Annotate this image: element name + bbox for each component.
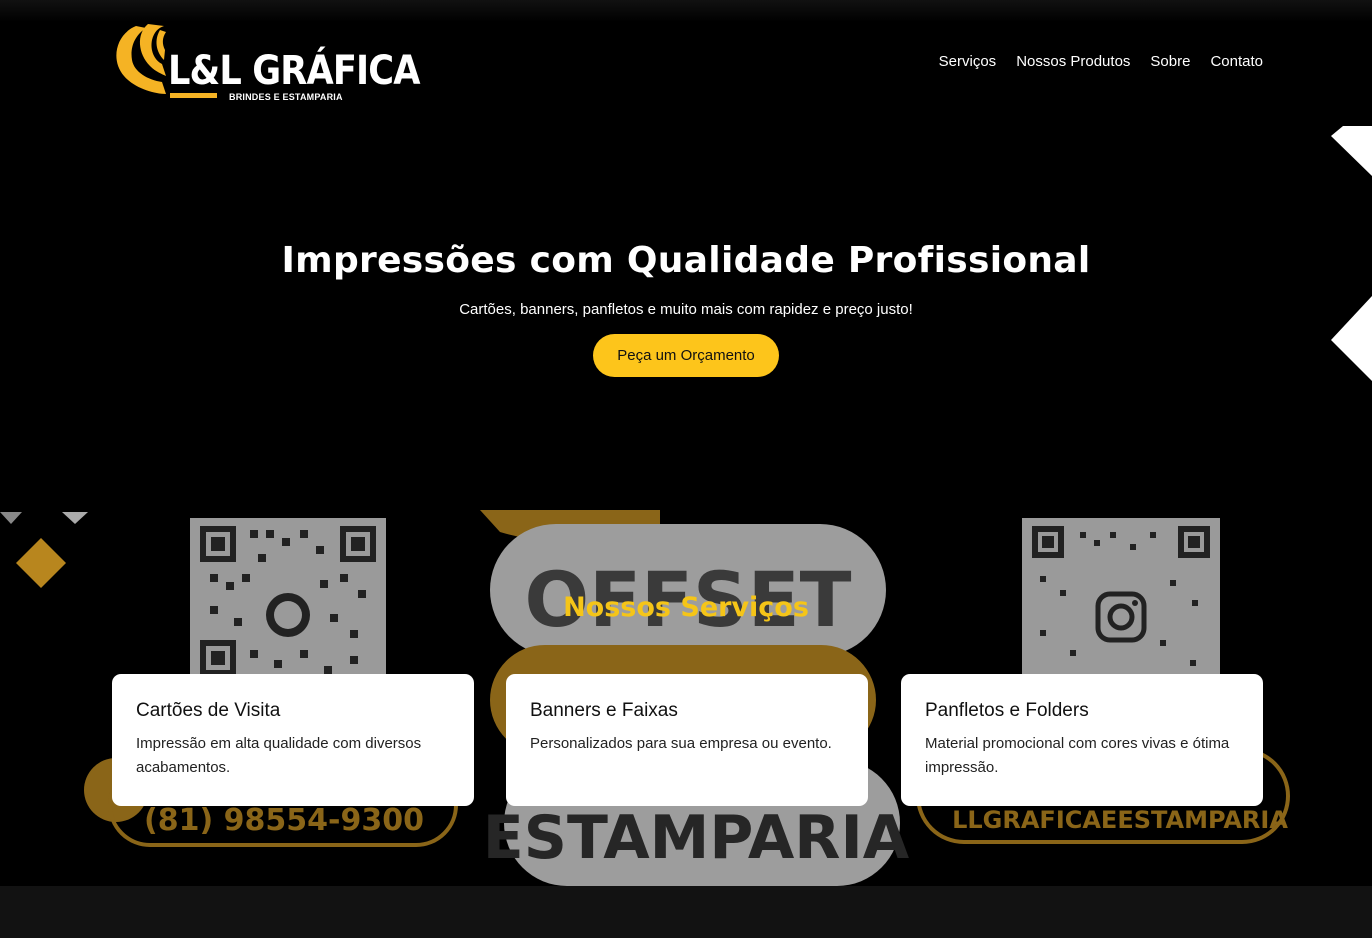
logo[interactable]: L&L GRÁFICA BRINDES E ESTAMPARIA — [110, 20, 420, 110]
service-card-banners: Banners e Faixas Personalizados para sua… — [506, 674, 868, 806]
service-card-description: Impressão em alta qualidade com diversos… — [136, 735, 422, 776]
phone-text: (81) 98554-9300 — [144, 803, 424, 838]
logo-tagline: BRINDES E ESTAMPARIA — [229, 92, 343, 102]
service-card-cartoes: Cartões de Visita Impressão em alta qual… — [112, 674, 474, 806]
nav-link-produtos[interactable]: Nossos Produtos — [1016, 53, 1130, 70]
logo-underline — [170, 93, 217, 98]
logo-text: L&L GRÁFICA — [168, 48, 420, 94]
estamparia-text: ESTAMPARIA — [483, 803, 910, 873]
hero-section: Impressões com Qualidade Profissional Ca… — [0, 240, 1372, 377]
service-card-description: Personalizados para sua empresa ou event… — [530, 735, 832, 752]
service-card-title: Cartões de Visita — [136, 700, 281, 721]
service-card-title: Panfletos e Folders — [925, 700, 1089, 721]
footer-strip — [0, 886, 1372, 938]
hero-subtitle: Cartões, banners, panfletos e muito mais… — [459, 301, 913, 318]
quote-button[interactable]: Peça um Orçamento — [593, 334, 779, 377]
nav-link-servicos[interactable]: Serviços — [939, 53, 997, 70]
main-nav: Serviços Nossos Produtos Sobre Contato — [939, 53, 1263, 70]
nav-link-contato[interactable]: Contato — [1210, 53, 1263, 70]
site-header: L&L GRÁFICA BRINDES E ESTAMPARIA Serviço… — [0, 0, 1372, 126]
hero-title: Impressões com Qualidade Profissional — [281, 240, 1091, 281]
service-card-panfletos: Panfletos e Folders Material promocional… — [901, 674, 1263, 806]
service-card-description: Material promocional com cores vivas e ó… — [925, 735, 1230, 776]
nav-link-sobre[interactable]: Sobre — [1150, 53, 1190, 70]
instagram-handle-text: LLGRAFICAEESTAMPARIA — [952, 806, 1288, 834]
service-card-title: Banners e Faixas — [530, 700, 678, 721]
services-title: Nossos Serviços — [563, 592, 809, 623]
services-section: OFFSET ESTAMPARIA (81) 98554-9300 LLGRAF… — [0, 510, 1372, 886]
